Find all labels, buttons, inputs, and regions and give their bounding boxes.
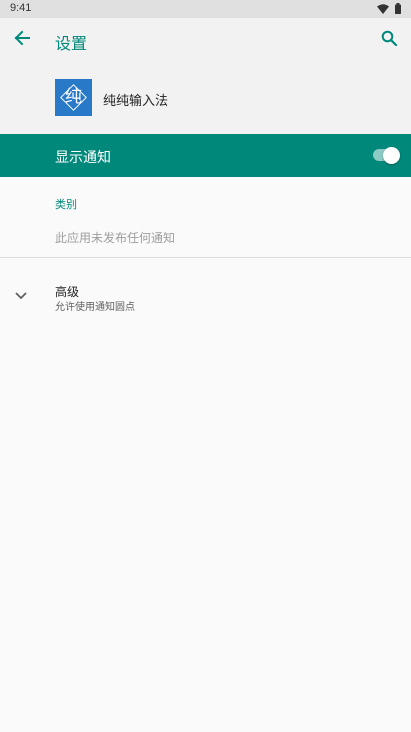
- show-notifications-switch[interactable]: [373, 146, 400, 164]
- page-title: 设置: [55, 34, 88, 53]
- no-notifications-text: 此应用未发布任何通知: [55, 231, 176, 245]
- app-bar: 设置: [0, 18, 411, 62]
- show-notifications-toggle-row[interactable]: 显示通知: [0, 134, 411, 177]
- wifi-icon: [377, 3, 389, 17]
- app-header: 纯 纯纯输入法: [0, 62, 411, 134]
- app-icon: 纯: [55, 79, 92, 116]
- search-icon: [381, 30, 398, 50]
- category-header: 类别: [55, 198, 77, 211]
- switch-knob: [383, 146, 400, 164]
- back-button[interactable]: [8, 26, 36, 54]
- battery-icon: [395, 3, 401, 17]
- advanced-summary: 允许使用通知圆点: [55, 302, 135, 313]
- back-arrow-icon: [14, 30, 30, 50]
- app-name: 纯纯输入法: [103, 94, 169, 109]
- search-button[interactable]: [375, 26, 403, 54]
- status-bar: 9:41: [0, 0, 411, 18]
- divider: [0, 257, 411, 258]
- chevron-down-icon: [12, 287, 30, 305]
- advanced-row[interactable]: 高级 允许使用通知圆点: [0, 270, 411, 322]
- status-time: 9:41: [10, 2, 32, 14]
- show-notifications-label: 显示通知: [55, 150, 111, 166]
- status-icons: [377, 3, 401, 17]
- app-icon-glyph: 纯: [65, 87, 82, 107]
